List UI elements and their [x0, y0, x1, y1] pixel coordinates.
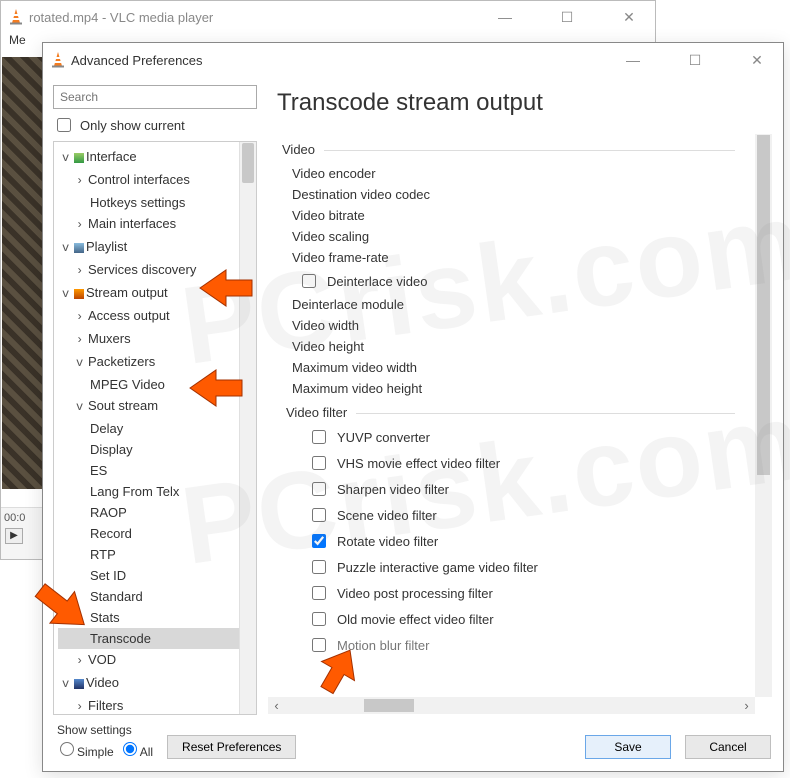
tree-item-main-interfaces[interactable]: ›Main interfaces [58, 213, 256, 236]
filter-sharpen-checkbox[interactable] [312, 482, 326, 496]
right-hscrollbar[interactable]: ‹› [268, 697, 755, 714]
filter-vhs-checkbox[interactable] [312, 456, 326, 470]
deinterlace-checkbox[interactable] [302, 274, 316, 288]
tree-item-stream-output[interactable]: vStream output [58, 282, 256, 305]
main-window-title: rotated.mp4 - VLC media player [29, 10, 487, 25]
radio-simple-input[interactable] [60, 742, 74, 756]
filter-vhs[interactable]: VHS movie effect video filter [282, 450, 735, 476]
only-show-current-checkbox[interactable] [57, 118, 71, 132]
tree-item-playlist[interactable]: vPlaylist [58, 236, 256, 259]
field-video-width: Video width [282, 315, 735, 336]
filter-puzzle-checkbox[interactable] [312, 560, 326, 574]
vlc-cone-icon [51, 52, 65, 68]
tree-item-access-output[interactable]: ›Access output [58, 305, 256, 328]
filter-rotate[interactable]: Rotate video filter [282, 528, 735, 554]
tree-item-standard[interactable]: Standard [58, 586, 256, 607]
filter-puzzle[interactable]: Puzzle interactive game video filter [282, 554, 735, 580]
right-vscrollbar[interactable] [755, 134, 772, 697]
field-video-framerate: Video frame-rate [282, 247, 735, 268]
tree-item-mpeg-video[interactable]: MPEG Video [58, 374, 256, 395]
tree-item-hotkeys[interactable]: Hotkeys settings [58, 192, 256, 213]
filter-oldmovie-checkbox[interactable] [312, 612, 326, 626]
page-title: Transcode stream output [277, 89, 773, 117]
prefs-title: Advanced Preferences [71, 53, 615, 68]
tree-item-sout-stream[interactable]: vSout stream [58, 395, 256, 418]
prefs-minimize-button[interactable]: — [615, 52, 651, 69]
reset-preferences-button[interactable]: Reset Preferences [167, 735, 296, 759]
tree-item-display[interactable]: Display [58, 439, 256, 460]
save-button[interactable]: Save [585, 735, 671, 759]
radio-all-input[interactable] [123, 742, 137, 756]
search-box[interactable] [53, 85, 257, 109]
radio-simple[interactable]: Simple [55, 739, 114, 759]
field-deinterlace[interactable]: Deinterlace video [282, 268, 735, 294]
only-show-current[interactable]: Only show current [53, 115, 257, 135]
prefs-tree[interactable]: vInterface ›Control interfaces Hotkeys s… [53, 141, 257, 715]
group-video: Video [282, 142, 735, 157]
filter-scene[interactable]: Scene video filter [282, 502, 735, 528]
field-video-bitrate: Video bitrate [282, 205, 735, 226]
prefs-left-panel: Only show current vInterface ›Control in… [53, 85, 257, 715]
tree-item-transcode[interactable]: Transcode [58, 628, 256, 649]
only-show-current-label: Only show current [80, 118, 185, 133]
prefs-footer: Show settings Simple All Reset Preferenc… [43, 715, 783, 771]
tree-item-interface[interactable]: vInterface [58, 146, 256, 169]
vlc-cone-icon [9, 9, 23, 25]
field-video-height: Video height [282, 336, 735, 357]
tree-item-video[interactable]: vVideo [58, 672, 256, 695]
tree-item-lang-from-telx[interactable]: Lang From Telx [58, 481, 256, 502]
filter-oldmovie[interactable]: Old movie effect video filter [282, 606, 735, 632]
tree-item-delay[interactable]: Delay [58, 418, 256, 439]
prefs-maximize-button[interactable]: ☐ [677, 52, 713, 69]
field-video-encoder: Video encoder [282, 163, 735, 184]
filter-sharpen[interactable]: Sharpen video filter [282, 476, 735, 502]
filter-rotate-checkbox[interactable] [312, 534, 326, 548]
main-titlebar: rotated.mp4 - VLC media player — ☐ ✕ [1, 1, 655, 33]
prefs-titlebar: Advanced Preferences — ☐ ✕ [43, 43, 783, 77]
field-max-height: Maximum video height [282, 378, 735, 399]
tree-item-set-id[interactable]: Set ID [58, 565, 256, 586]
tree-item-record[interactable]: Record [58, 523, 256, 544]
tree-scrollbar[interactable] [239, 142, 256, 714]
field-deinterlace-module: Deinterlace module [282, 294, 735, 315]
show-settings-label: Show settings [55, 723, 153, 737]
filter-motionblur-checkbox[interactable] [312, 638, 326, 652]
filter-scene-checkbox[interactable] [312, 508, 326, 522]
tree-item-rtp[interactable]: RTP [58, 544, 256, 565]
tree-item-raop[interactable]: RAOP [58, 502, 256, 523]
radio-all[interactable]: All [118, 739, 153, 759]
play-button[interactable]: ▶ [5, 528, 23, 544]
advanced-preferences-dialog: Advanced Preferences — ☐ ✕ Only show cur… [42, 42, 784, 772]
tree-item-packetizers[interactable]: vPacketizers [58, 351, 256, 374]
tree-item-filters[interactable]: ›Filters [58, 695, 256, 714]
main-maximize-button[interactable]: ☐ [549, 9, 585, 26]
filter-motionblur[interactable]: Motion blur filter [282, 632, 735, 658]
tree-item-muxers[interactable]: ›Muxers [58, 328, 256, 351]
filter-postproc-checkbox[interactable] [312, 586, 326, 600]
field-video-scaling: Video scaling [282, 226, 735, 247]
main-close-button[interactable]: ✕ [611, 9, 647, 26]
tree-item-es[interactable]: ES [58, 460, 256, 481]
show-settings: Show settings Simple All [55, 723, 153, 759]
search-input[interactable] [54, 86, 256, 108]
prefs-close-button[interactable]: ✕ [739, 52, 775, 69]
tree-item-stats[interactable]: Stats [58, 607, 256, 628]
prefs-right-panel: Transcode stream output ‹› Video Video e… [267, 85, 773, 715]
filter-yuvp-checkbox[interactable] [312, 430, 326, 444]
filter-yuvp[interactable]: YUVP converter [282, 424, 735, 450]
main-minimize-button[interactable]: — [487, 9, 523, 26]
field-dest-codec: Destination video codec [282, 184, 735, 205]
cancel-button[interactable]: Cancel [685, 735, 771, 759]
group-video-filter: Video filter [286, 405, 735, 420]
field-max-width: Maximum video width [282, 357, 735, 378]
tree-item-services-discovery[interactable]: ›Services discovery [58, 259, 256, 282]
tree-item-vod[interactable]: ›VOD [58, 649, 256, 672]
tree-item-control-interfaces[interactable]: ›Control interfaces [58, 169, 256, 192]
filter-postproc[interactable]: Video post processing filter [282, 580, 735, 606]
